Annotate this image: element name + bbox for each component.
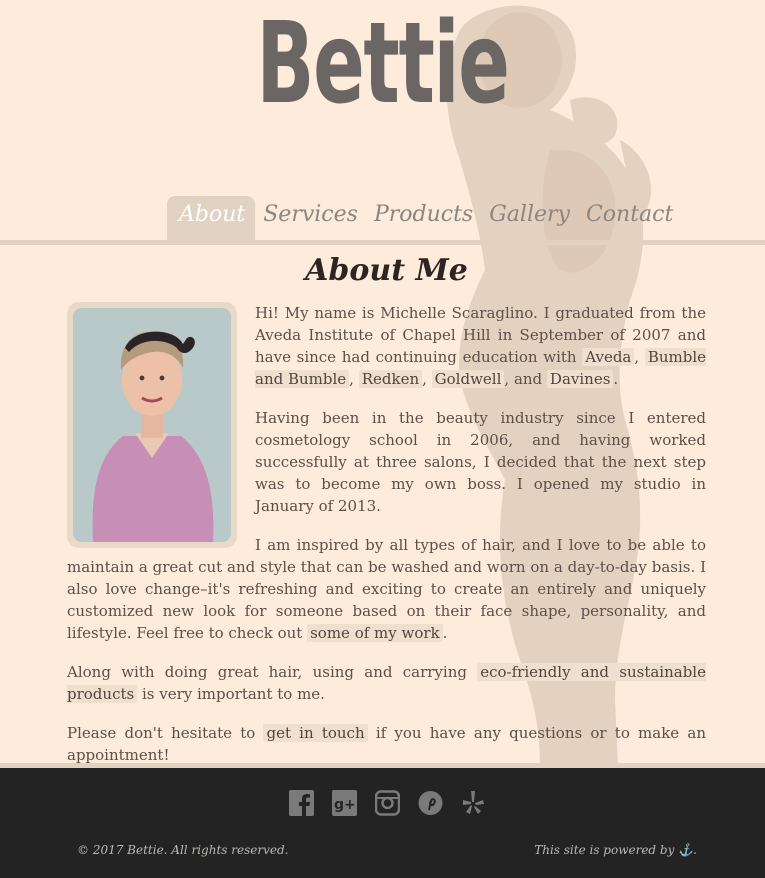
portrait-photo [67,302,237,548]
separator-text: , [634,348,645,366]
inspiration-paragraph: I am inspired by all types of hair, and … [67,534,706,644]
powered-by-text: This site is powered by [534,843,675,857]
facebook-icon[interactable] [289,790,314,816]
link-redken[interactable]: Redken [358,370,423,388]
eco-text-end: is very important to me. [137,685,325,703]
separator-text: , [349,370,359,388]
powered-by: This site is powered by ⚓. [534,843,697,857]
nav-item-about[interactable]: About [167,196,256,240]
google-plus-icon[interactable]: g+ [332,790,357,816]
separator-text: , and [504,370,547,388]
nav-item-gallery[interactable]: Gallery [481,196,578,240]
separator-text: . [613,370,619,388]
anchor-icon[interactable]: ⚓ [678,843,693,857]
separator-text: . [442,624,448,642]
link-davines[interactable]: Davines [546,370,614,388]
pinterest-icon[interactable] [418,790,443,816]
site-header: Bettie About Services Products Gallery C… [0,0,765,240]
site-logo[interactable]: Bettie [122,8,642,120]
main-nav: About Services Products Gallery Contact [167,196,681,240]
site-footer: g+ © 2017 Bettie. All rights reserved. T… [0,763,765,878]
svg-text:g+: g+ [334,797,356,813]
nav-item-products[interactable]: Products [366,196,481,240]
separator-text: , [422,370,432,388]
link-aveda[interactable]: Aveda [582,348,635,366]
contact-text: Please don't hesitate to [67,724,264,742]
link-my-work[interactable]: some of my work [307,624,443,642]
about-content: About Me Hi! My name is Michelle Scaragl… [0,240,765,766]
contact-paragraph: Please don't hesitate to get in touch if… [67,722,706,766]
copyright-text: © 2017 Bettie. All rights reserved. [77,843,289,857]
eco-paragraph: Along with doing great hair, using and c… [67,661,706,705]
page-title: About Me [305,253,468,288]
eco-text: Along with doing great hair, using and c… [67,663,478,681]
instagram-icon[interactable] [374,790,401,816]
link-goldwell[interactable]: Goldwell [431,370,505,388]
nav-item-contact[interactable]: Contact [578,196,681,240]
nav-item-services[interactable]: Services [255,196,366,240]
powered-by-period: . [693,843,697,857]
yelp-icon[interactable] [461,790,486,816]
link-get-in-touch[interactable]: get in touch [263,724,368,742]
social-links: g+ [289,790,486,816]
